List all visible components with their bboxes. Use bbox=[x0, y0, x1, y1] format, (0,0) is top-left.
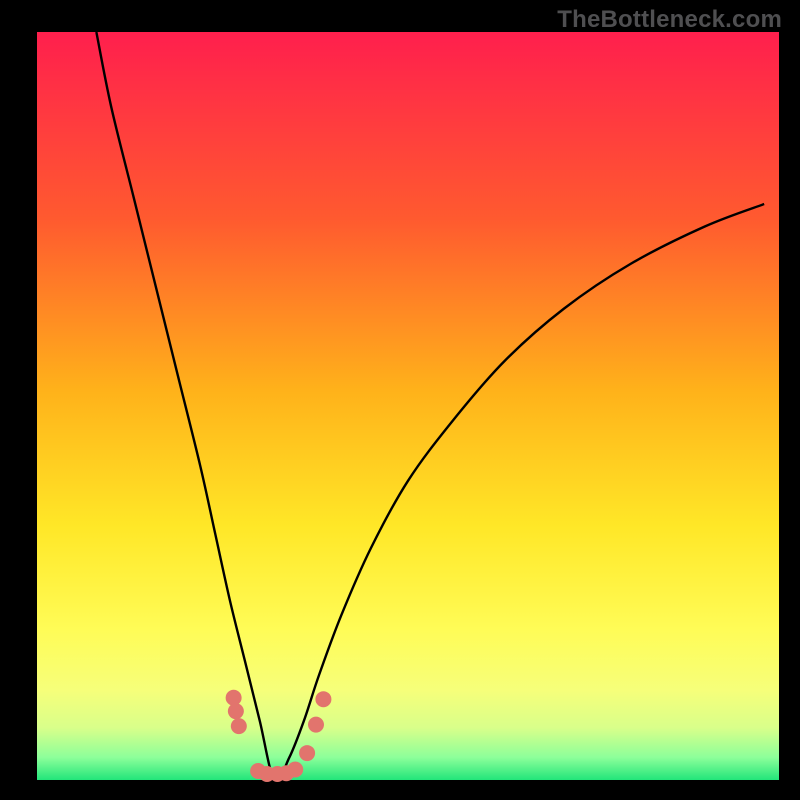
chart-frame: TheBottleneck.com bbox=[0, 0, 800, 800]
plot-background bbox=[37, 32, 779, 780]
data-marker bbox=[315, 691, 331, 707]
data-marker bbox=[287, 762, 303, 778]
data-marker bbox=[308, 717, 324, 733]
data-marker bbox=[231, 718, 247, 734]
bottleneck-chart bbox=[0, 0, 800, 800]
data-marker bbox=[228, 703, 244, 719]
data-marker bbox=[299, 745, 315, 761]
data-marker bbox=[226, 690, 242, 706]
